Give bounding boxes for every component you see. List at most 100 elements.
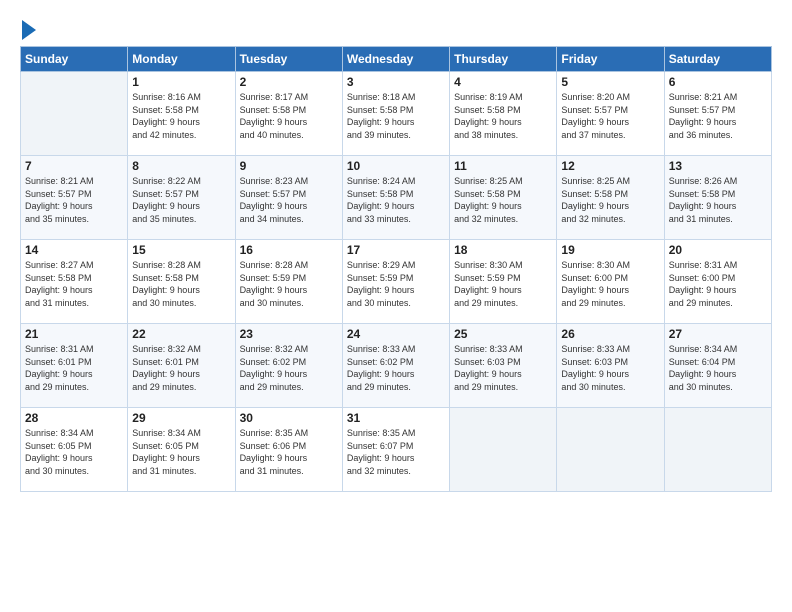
calendar-header-saturday: Saturday [664,47,771,72]
day-info: Sunrise: 8:25 AMSunset: 5:58 PMDaylight:… [454,175,552,225]
calendar-cell: 31Sunrise: 8:35 AMSunset: 6:07 PMDayligh… [342,408,449,492]
day-info: Sunrise: 8:32 AMSunset: 6:02 PMDaylight:… [240,343,338,393]
day-info: Sunrise: 8:33 AMSunset: 6:03 PMDaylight:… [454,343,552,393]
day-number: 15 [132,243,230,257]
day-info: Sunrise: 8:22 AMSunset: 5:57 PMDaylight:… [132,175,230,225]
calendar-cell: 12Sunrise: 8:25 AMSunset: 5:58 PMDayligh… [557,156,664,240]
day-info: Sunrise: 8:26 AMSunset: 5:58 PMDaylight:… [669,175,767,225]
calendar-cell: 19 Sunrise: 8:30 AMSunset: 6:00 PMDayligh… [557,240,664,324]
day-info: Sunrise: 8:33 AMSunset: 6:03 PMDaylight:… [561,343,659,393]
calendar-cell: 10 Sunrise: 8:24 AMSunset: 5:58 PMDayligh… [342,156,449,240]
calendar-header-tuesday: Tuesday [235,47,342,72]
calendar-cell: 22 Sunrise: 8:32 AMSunset: 6:01 PMDayligh… [128,324,235,408]
calendar-cell [21,72,128,156]
calendar-cell: 20Sunrise: 8:31 AMSunset: 6:00 PMDayligh… [664,240,771,324]
day-info: Sunrise: 8:21 AMSunset: 5:57 PMDaylight:… [25,175,123,225]
calendar-header-wednesday: Wednesday [342,47,449,72]
day-number: 3 [347,75,445,89]
logo-arrow-icon [22,20,36,40]
day-number: 4 [454,75,552,89]
day-number: 30 [240,411,338,425]
calendar-cell: 5 Sunrise: 8:20 AMSunset: 5:57 PMDaylight… [557,72,664,156]
calendar-header-sunday: Sunday [21,47,128,72]
day-number: 11 [454,159,552,173]
day-info: Sunrise: 8:21 AMSunset: 5:57 PMDaylight:… [669,91,767,141]
calendar-cell: 4Sunrise: 8:19 AMSunset: 5:58 PMDaylight… [450,72,557,156]
calendar-cell: 27 Sunrise: 8:34 AMSunset: 6:04 PMDayligh… [664,324,771,408]
day-number: 2 [240,75,338,89]
day-number: 16 [240,243,338,257]
calendar-cell [557,408,664,492]
day-number: 17 [347,243,445,257]
day-info: Sunrise: 8:24 AMSunset: 5:58 PMDaylight:… [347,175,445,225]
day-number: 13 [669,159,767,173]
calendar-cell: 21 Sunrise: 8:31 AMSunset: 6:01 PMDayligh… [21,324,128,408]
calendar-cell: 8 Sunrise: 8:22 AMSunset: 5:57 PMDaylight… [128,156,235,240]
day-number: 7 [25,159,123,173]
day-info: Sunrise: 8:18 AMSunset: 5:58 PMDaylight:… [347,91,445,141]
page: SundayMondayTuesdayWednesdayThursdayFrid… [0,0,792,612]
calendar-cell: 25 Sunrise: 8:33 AMSunset: 6:03 PMDayligh… [450,324,557,408]
day-number: 8 [132,159,230,173]
day-number: 23 [240,327,338,341]
calendar-week-row: 21 Sunrise: 8:31 AMSunset: 6:01 PMDayligh… [21,324,772,408]
day-info: Sunrise: 8:32 AMSunset: 6:01 PMDaylight:… [132,343,230,393]
calendar-week-row: 7 Sunrise: 8:21 AMSunset: 5:57 PMDaylight… [21,156,772,240]
calendar-header-friday: Friday [557,47,664,72]
day-info: Sunrise: 8:23 AMSunset: 5:57 PMDaylight:… [240,175,338,225]
day-info: Sunrise: 8:35 AMSunset: 6:07 PMDaylight:… [347,427,445,477]
day-info: Sunrise: 8:27 AMSunset: 5:58 PMDaylight:… [25,259,123,309]
day-info: Sunrise: 8:33 AMSunset: 6:02 PMDaylight:… [347,343,445,393]
day-info: Sunrise: 8:30 AMSunset: 5:59 PMDaylight:… [454,259,552,309]
day-number: 10 [347,159,445,173]
day-number: 5 [561,75,659,89]
day-number: 22 [132,327,230,341]
logo [20,22,36,40]
calendar-cell: 29 Sunrise: 8:34 AMSunset: 6:05 PMDayligh… [128,408,235,492]
day-number: 27 [669,327,767,341]
calendar-cell: 9Sunrise: 8:23 AMSunset: 5:57 PMDaylight… [235,156,342,240]
calendar-cell: 23 Sunrise: 8:32 AMSunset: 6:02 PMDayligh… [235,324,342,408]
calendar-cell: 17 Sunrise: 8:29 AMSunset: 5:59 PMDayligh… [342,240,449,324]
day-info: Sunrise: 8:25 AMSunset: 5:58 PMDaylight:… [561,175,659,225]
calendar-cell [664,408,771,492]
day-info: Sunrise: 8:34 AMSunset: 6:05 PMDaylight:… [132,427,230,477]
calendar-cell: 15 Sunrise: 8:28 AMSunset: 5:58 PMDayligh… [128,240,235,324]
calendar-table: SundayMondayTuesdayWednesdayThursdayFrid… [20,46,772,492]
day-number: 25 [454,327,552,341]
day-number: 1 [132,75,230,89]
calendar-cell: 18Sunrise: 8:30 AMSunset: 5:59 PMDayligh… [450,240,557,324]
header-area [20,18,772,40]
day-info: Sunrise: 8:34 AMSunset: 6:04 PMDaylight:… [669,343,767,393]
calendar-cell: 28 Sunrise: 8:34 AMSunset: 6:05 PMDayligh… [21,408,128,492]
calendar-cell [450,408,557,492]
calendar-cell: 1Sunrise: 8:16 AMSunset: 5:58 PMDaylight… [128,72,235,156]
day-info: Sunrise: 8:31 AMSunset: 6:01 PMDaylight:… [25,343,123,393]
calendar-cell: 11 Sunrise: 8:25 AMSunset: 5:58 PMDayligh… [450,156,557,240]
day-info: Sunrise: 8:17 AMSunset: 5:58 PMDaylight:… [240,91,338,141]
day-number: 29 [132,411,230,425]
day-number: 19 [561,243,659,257]
calendar-week-row: 28 Sunrise: 8:34 AMSunset: 6:05 PMDayligh… [21,408,772,492]
day-info: Sunrise: 8:20 AMSunset: 5:57 PMDaylight:… [561,91,659,141]
calendar-cell: 13 Sunrise: 8:26 AMSunset: 5:58 PMDayligh… [664,156,771,240]
calendar-cell: 6Sunrise: 8:21 AMSunset: 5:57 PMDaylight… [664,72,771,156]
calendar-week-row: 1Sunrise: 8:16 AMSunset: 5:58 PMDaylight… [21,72,772,156]
day-info: Sunrise: 8:29 AMSunset: 5:59 PMDaylight:… [347,259,445,309]
calendar-cell: 14Sunrise: 8:27 AMSunset: 5:58 PMDayligh… [21,240,128,324]
day-info: Sunrise: 8:28 AMSunset: 5:58 PMDaylight:… [132,259,230,309]
day-number: 28 [25,411,123,425]
day-info: Sunrise: 8:35 AMSunset: 6:06 PMDaylight:… [240,427,338,477]
day-number: 26 [561,327,659,341]
day-number: 21 [25,327,123,341]
day-info: Sunrise: 8:34 AMSunset: 6:05 PMDaylight:… [25,427,123,477]
calendar-header-monday: Monday [128,47,235,72]
day-info: Sunrise: 8:30 AMSunset: 6:00 PMDaylight:… [561,259,659,309]
calendar-cell: 7 Sunrise: 8:21 AMSunset: 5:57 PMDaylight… [21,156,128,240]
calendar-header-row: SundayMondayTuesdayWednesdayThursdayFrid… [21,47,772,72]
calendar-cell: 16Sunrise: 8:28 AMSunset: 5:59 PMDayligh… [235,240,342,324]
calendar-week-row: 14Sunrise: 8:27 AMSunset: 5:58 PMDayligh… [21,240,772,324]
calendar-cell: 30 Sunrise: 8:35 AMSunset: 6:06 PMDayligh… [235,408,342,492]
logo-text-block [20,22,36,40]
day-number: 20 [669,243,767,257]
